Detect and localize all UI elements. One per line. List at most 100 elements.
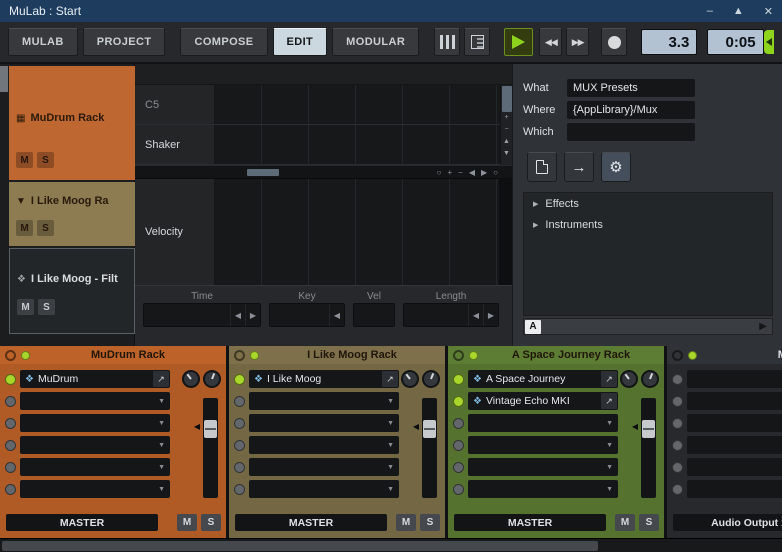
tree-item-instruments[interactable]: ▶ Instruments — [524, 214, 772, 235]
rack-power-led[interactable] — [469, 351, 478, 360]
slot-dropdown-icon[interactable]: ▼ — [387, 464, 394, 471]
mute-button[interactable]: M — [16, 220, 33, 236]
hzoom-out-icon[interactable]: − — [458, 168, 463, 177]
scroll-left-icon[interactable]: ◀ — [469, 168, 475, 177]
solo-button[interactable]: S — [37, 220, 54, 236]
empty-module-slot[interactable]: ▼ — [468, 480, 618, 498]
note-grid[interactable] — [215, 125, 512, 164]
slot-dropdown-icon[interactable]: ▼ — [606, 420, 613, 427]
editor-ruler[interactable] — [135, 64, 512, 85]
slot-led[interactable] — [5, 374, 16, 385]
slot-led[interactable] — [234, 418, 245, 429]
rack-menu-icon[interactable] — [5, 350, 16, 361]
slot-led[interactable] — [234, 396, 245, 407]
track-i-like-moog[interactable]: ▼ I Like Moog Ra M S — [9, 182, 135, 246]
record-button[interactable] — [601, 28, 627, 56]
empty-module-slot[interactable]: ▼ — [20, 480, 170, 498]
new-preset-button[interactable] — [527, 152, 557, 182]
time-dec-icon[interactable]: ◀ — [230, 304, 245, 326]
scroll-down-icon[interactable]: ▼ — [503, 148, 510, 160]
vscroll-handle[interactable] — [502, 86, 512, 112]
scroll-dot-icon[interactable]: ○ — [493, 168, 498, 177]
mute-button[interactable]: M — [16, 152, 33, 168]
grid-view-button[interactable] — [434, 28, 460, 56]
fader-handle[interactable] — [423, 420, 436, 438]
scroll-dot-icon[interactable]: ○ — [437, 168, 442, 177]
time-field[interactable]: ◀ ▶ — [143, 303, 261, 327]
pan-knob[interactable] — [397, 366, 422, 391]
empty-module-slot[interactable]: ▼ — [249, 480, 399, 498]
rewind-button[interactable]: ◀◀ — [539, 28, 562, 56]
volume-fader[interactable] — [422, 398, 437, 498]
key-field[interactable]: ◀ — [269, 303, 345, 327]
slot-led[interactable] — [672, 462, 683, 473]
goto-module-icon[interactable]: ↗ — [153, 371, 169, 387]
settings-button[interactable]: ⚙ — [601, 152, 631, 182]
goto-module-icon[interactable]: ↗ — [382, 371, 398, 387]
goto-module-icon[interactable]: ↗ — [601, 371, 617, 387]
expand-arrow-icon[interactable]: ▶ — [533, 221, 538, 229]
rack-output-button[interactable]: MASTER — [454, 514, 606, 531]
rack-solo-button[interactable]: S — [201, 514, 221, 531]
slot-dropdown-icon[interactable]: ▼ — [387, 420, 394, 427]
length-field[interactable]: ◀ ▶ — [403, 303, 499, 327]
slot-dropdown-icon[interactable]: ▼ — [158, 442, 165, 449]
rack-mute-button[interactable]: M — [177, 514, 197, 531]
slot-led[interactable] — [5, 440, 16, 451]
slot-dropdown-icon[interactable]: ▼ — [387, 442, 394, 449]
empty-module-slot[interactable]: ▼ — [20, 414, 170, 432]
note-grid[interactable] — [215, 85, 512, 124]
what-field[interactable]: MUX Presets — [567, 79, 695, 97]
slot-led[interactable] — [453, 462, 464, 473]
slot-led[interactable] — [234, 484, 245, 495]
slot-led[interactable] — [5, 484, 16, 495]
rack-header[interactable]: I Like Moog Rack — [229, 346, 445, 364]
slot-led[interactable] — [672, 418, 683, 429]
rack-solo-button[interactable]: S — [639, 514, 659, 531]
slot-led[interactable] — [453, 440, 464, 451]
play-button[interactable] — [504, 28, 533, 56]
mute-button[interactable]: M — [17, 299, 34, 315]
edit-tab[interactable]: EDIT — [273, 28, 328, 56]
pan-knob[interactable] — [178, 366, 203, 391]
slot-led[interactable] — [453, 374, 464, 385]
rack-menu-icon[interactable] — [453, 350, 464, 361]
slot-dropdown-icon[interactable]: ▼ — [387, 486, 394, 493]
close-button[interactable]: ✕ — [764, 5, 773, 18]
slot-led[interactable] — [672, 396, 683, 407]
slot-dropdown-icon[interactable]: ▼ — [158, 464, 165, 471]
project-menu-button[interactable]: PROJECT — [83, 28, 166, 56]
slot-led[interactable] — [5, 418, 16, 429]
forward-button[interactable]: ▶▶ — [566, 28, 589, 56]
empty-module-slot[interactable]: ▼ — [249, 392, 399, 410]
slot-led[interactable] — [234, 374, 245, 385]
empty-module-slot[interactable]: ▼ — [468, 414, 618, 432]
gain-knob[interactable] — [419, 367, 442, 390]
empty-module-slot[interactable] — [687, 436, 782, 454]
empty-module-slot[interactable]: ▼ — [249, 436, 399, 454]
velocity-grid[interactable] — [215, 179, 499, 285]
empty-module-slot[interactable]: ▼ — [20, 392, 170, 410]
module-slot[interactable]: ❖ A Space Journey ↗ — [468, 370, 618, 388]
rack-menu-icon[interactable] — [234, 350, 245, 361]
slot-led[interactable] — [672, 484, 683, 495]
scroll-right-icon[interactable]: ▶ — [481, 168, 487, 177]
rack-header[interactable]: A Space Journey Rack — [448, 346, 664, 364]
track-mudrum-rack[interactable]: ▦ MuDrum Rack M S — [9, 66, 135, 180]
time-inc-icon[interactable]: ▶ — [245, 304, 260, 326]
editor-vertical-scrollbar[interactable]: + − ▲ ▼ — [500, 85, 512, 165]
length-dec-icon[interactable]: ◀ — [468, 304, 483, 326]
where-field[interactable]: {AppLibrary}/Mux — [567, 101, 695, 119]
row-label-shaker[interactable]: Shaker — [135, 125, 215, 164]
slot-dropdown-icon[interactable]: ▼ — [606, 486, 613, 493]
hscroll-handle[interactable] — [247, 169, 279, 176]
tracklist-scroll-handle[interactable] — [0, 66, 8, 92]
solo-button[interactable]: S — [37, 152, 54, 168]
fader-handle[interactable] — [642, 420, 655, 438]
slot-led[interactable] — [5, 396, 16, 407]
goto-module-icon[interactable]: ↗ — [601, 393, 617, 409]
slot-led[interactable] — [672, 374, 683, 385]
slot-led[interactable] — [672, 440, 683, 451]
mixer-horizontal-scrollbar[interactable] — [0, 538, 782, 552]
fader-handle[interactable] — [204, 420, 217, 438]
